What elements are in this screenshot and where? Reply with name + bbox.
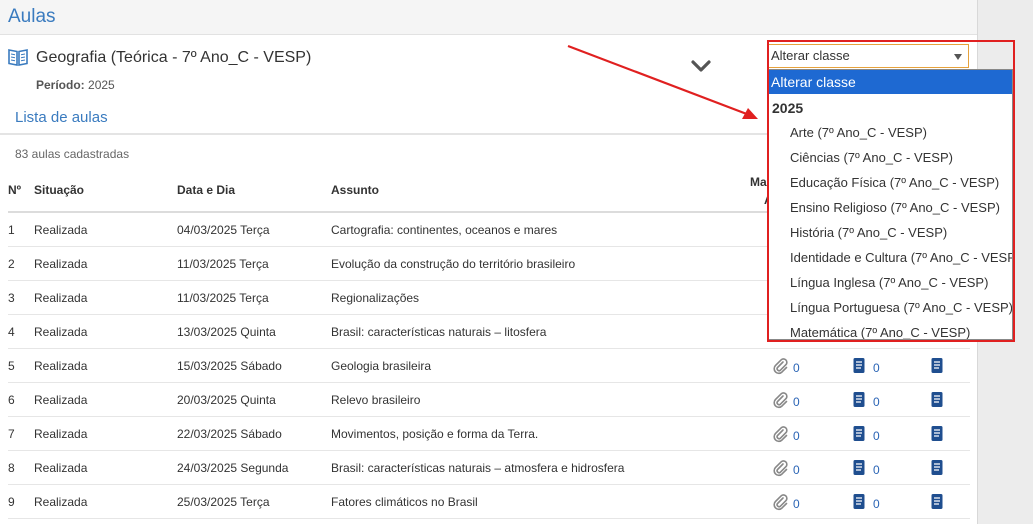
document-icon[interactable] [930, 493, 944, 510]
change-class-select[interactable]: Alterar classe [768, 44, 969, 68]
lesson-date: 11/03/2025 Terça [177, 291, 269, 305]
course-title: Geografia (Teórica - 7º Ano_C - VESP) [36, 49, 312, 66]
document-icon[interactable] [930, 391, 944, 408]
book-icon [8, 49, 28, 66]
lesson-status: Realizada [34, 257, 88, 271]
paperclip-icon[interactable] [772, 357, 788, 375]
column-header-date: Data e Dia [177, 183, 236, 197]
dropdown-option[interactable]: Matemática (7º Ano_C - VESP) [769, 320, 1012, 339]
lesson-number: 5 [8, 359, 15, 373]
dropdown-option[interactable]: Educação Física (7º Ano_C - VESP) [769, 170, 1012, 195]
paperclip-icon[interactable] [772, 391, 788, 409]
lesson-number: 8 [8, 461, 15, 475]
document-icon[interactable] [930, 357, 944, 374]
document-icon[interactable] [852, 459, 866, 476]
column-header-status: Situação [34, 183, 85, 197]
documents-count[interactable]: 0 [873, 361, 880, 375]
page-title: Aulas [8, 6, 56, 27]
dropdown-option[interactable]: Língua Inglesa (7º Ano_C - VESP) [769, 270, 1012, 295]
column-header-number: Nº [8, 183, 22, 197]
lesson-status: Realizada [34, 393, 88, 407]
documents-count[interactable]: 0 [873, 429, 880, 443]
lesson-subject: Geologia brasileira [331, 359, 432, 373]
lesson-number: 1 [8, 223, 15, 237]
column-header-subject: Assunto [331, 183, 379, 197]
table-row[interactable]: 5 Realizada 15/03/2025 Sábado Geologia bras… [8, 349, 970, 383]
table-row[interactable]: 7 Realizada 22/03/2025 Sábado Movimentos, p… [8, 417, 970, 451]
document-icon[interactable] [930, 425, 944, 442]
lessons-count: 83 aulas cadastradas [15, 147, 130, 161]
caret-down-icon [954, 54, 962, 60]
lesson-date: 22/03/2025 Sábado [177, 427, 282, 441]
paperclip-icon[interactable] [772, 425, 788, 443]
lesson-date: 20/03/2025 Quinta [177, 393, 276, 407]
lesson-date: 04/03/2025 Terça [177, 223, 270, 237]
lesson-status: Realizada [34, 223, 88, 237]
document-icon[interactable] [852, 493, 866, 510]
lesson-date: 25/03/2025 Terça [177, 495, 270, 509]
lesson-subject: Brasil: características naturais – litos… [331, 325, 547, 339]
table-row[interactable]: 6 Realizada 20/03/2025 Quinta Relevo brasil… [8, 383, 970, 417]
period-label: Período: [36, 78, 85, 92]
lesson-status: Realizada [34, 325, 88, 339]
lesson-number: 3 [8, 291, 15, 305]
dropdown-option[interactable]: História (7º Ano_C - VESP) [769, 220, 1012, 245]
lesson-date: 24/03/2025 Segunda [177, 461, 289, 475]
period: Período: 2025 [36, 78, 115, 92]
dropdown-options: Arte (7º Ano_C - VESP) Ciências (7º Ano_C… [769, 120, 1012, 339]
change-class-select-value: Alterar classe [771, 48, 850, 63]
lesson-subject: Relevo brasileiro [331, 393, 421, 407]
lesson-date: 11/03/2025 Terça [177, 257, 269, 271]
chevron-down-icon[interactable] [690, 58, 712, 74]
period-value: 2025 [88, 78, 115, 92]
lesson-number: 4 [8, 325, 15, 339]
attachments-count[interactable]: 0 [793, 429, 800, 443]
document-icon[interactable] [930, 459, 944, 476]
table-row[interactable]: 8 Realizada 24/03/2025 Segunda Brasil: cara… [8, 451, 970, 485]
lesson-status: Realizada [34, 291, 88, 305]
lesson-subject: Brasil: características naturais – atmos… [331, 461, 625, 475]
documents-count[interactable]: 0 [873, 497, 880, 511]
attachments-count[interactable]: 0 [793, 497, 800, 511]
change-class-dropdown: Alterar classe 2025 Arte (7º Ano_C - VES… [768, 69, 1013, 340]
attachments-count[interactable]: 0 [793, 361, 800, 375]
lesson-subject: Evolução da construção do território bra… [331, 257, 576, 271]
dropdown-option[interactable]: Identidade e Cultura (7º Ano_C - VESP) [769, 245, 1012, 270]
lesson-date: 15/03/2025 Sábado [177, 359, 282, 373]
lesson-date: 13/03/2025 Quinta [177, 325, 276, 339]
lesson-status: Realizada [34, 359, 88, 373]
lesson-subject: Fatores climáticos no Brasil [331, 495, 478, 509]
lesson-number: 6 [8, 393, 15, 407]
attachments-count[interactable]: 0 [793, 463, 800, 477]
lesson-subject: Regionalizações [331, 291, 420, 305]
documents-count[interactable]: 0 [873, 463, 880, 477]
paperclip-icon[interactable] [772, 493, 788, 511]
document-icon[interactable] [852, 425, 866, 442]
lesson-status: Realizada [34, 495, 88, 509]
documents-count[interactable]: 0 [873, 395, 880, 409]
lesson-number: 9 [8, 495, 15, 509]
document-icon[interactable] [852, 391, 866, 408]
paperclip-icon[interactable] [772, 459, 788, 477]
document-icon[interactable] [852, 357, 866, 374]
lesson-subject: Movimentos, posição e forma da Terra. [331, 427, 539, 441]
panel-header: Aulas [0, 0, 977, 35]
attachments-count[interactable]: 0 [793, 395, 800, 409]
dropdown-option[interactable]: Ensino Religioso (7º Ano_C - VESP) [769, 195, 1012, 220]
lesson-subject: Cartografia: continentes, oceanos e mare… [331, 223, 558, 237]
dropdown-option[interactable]: Ciências (7º Ano_C - VESP) [769, 145, 1012, 170]
lesson-status: Realizada [34, 427, 88, 441]
column-header-material: Ma [750, 175, 767, 189]
dropdown-option-selected[interactable]: Alterar classe [769, 70, 1012, 94]
dropdown-option[interactable]: Arte (7º Ano_C - VESP) [769, 120, 1012, 145]
lesson-status: Realizada [34, 461, 88, 475]
lessons-list-title: Lista de aulas [15, 109, 108, 126]
lesson-number: 7 [8, 427, 15, 441]
table-row[interactable]: 9 Realizada 25/03/2025 Terça Fatores climát… [8, 485, 970, 519]
dropdown-group-label: 2025 [772, 100, 804, 116]
dropdown-option[interactable]: Língua Portuguesa (7º Ano_C - VESP) [769, 295, 1012, 320]
lesson-number: 2 [8, 257, 15, 271]
